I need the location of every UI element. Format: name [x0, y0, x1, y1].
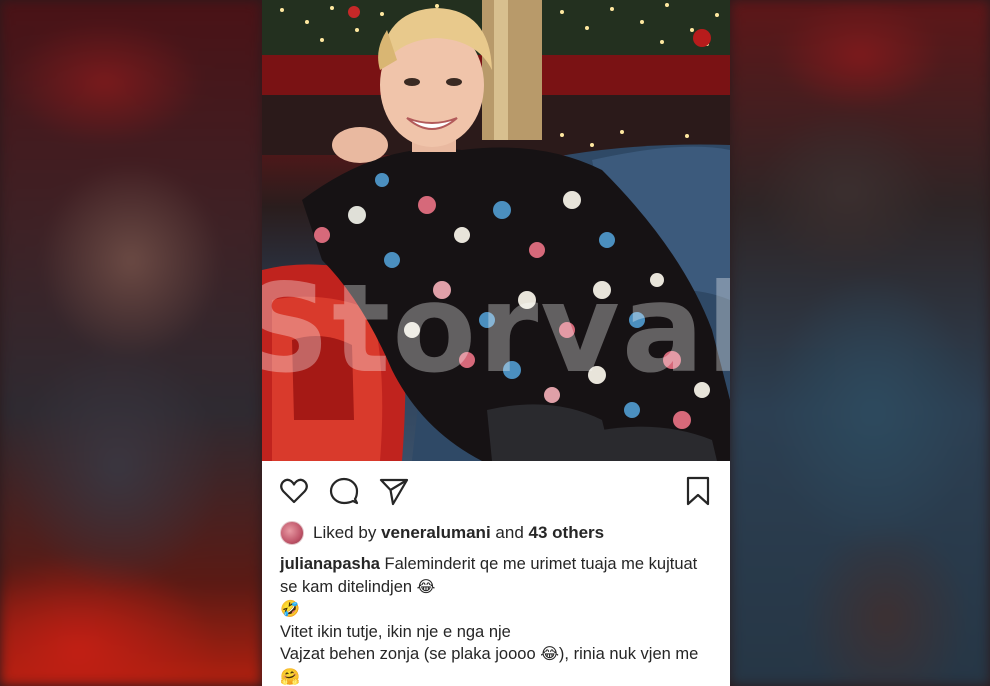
post-photo-illustration	[262, 0, 730, 461]
paper-plane-icon[interactable]	[378, 475, 410, 507]
emoji-laugh-2: 😂	[540, 644, 559, 663]
emoji-hug: 🤗	[280, 666, 300, 686]
likes-prefix: Liked by	[313, 523, 377, 542]
caption-line-3: Vitet ikin tutje, ikin nje e nga nje	[280, 622, 511, 641]
bookmark-icon[interactable]	[682, 475, 714, 507]
caption-line-4: Vajzat behen zonja (se plaka joooo 😂), r…	[280, 643, 718, 686]
emoji-rofl: 🤣	[280, 599, 300, 618]
post-action-bar	[262, 461, 730, 521]
likes-summary: Liked by veneralumani and 43 others	[280, 521, 604, 545]
likes-others-link[interactable]: 43 others	[529, 523, 605, 543]
post-photo[interactable]: Storval	[262, 0, 730, 461]
caption-text-4b: ), rinia nuk vjen me	[558, 645, 699, 663]
blurred-background-right	[730, 0, 990, 686]
heart-icon[interactable]	[278, 475, 310, 507]
avatar[interactable]	[280, 521, 304, 545]
post-caption: julianapasha Faleminderit qe me urimet t…	[280, 553, 718, 686]
comment-icon[interactable]	[328, 475, 360, 507]
caption-username[interactable]: julianapasha	[280, 555, 380, 573]
blurred-background-left	[0, 0, 262, 686]
liker-username[interactable]: veneralumani	[381, 523, 491, 543]
likes-middle: and	[495, 523, 524, 542]
caption-text-4a: Vajzat behen zonja (se plaka joooo	[280, 645, 536, 663]
caption-line-1: julianapasha Faleminderit qe me urimet t…	[280, 553, 718, 598]
caption-line-2: 🤣	[280, 598, 718, 621]
instagram-post: Storval Liked by veneralumani and 43 oth…	[262, 0, 730, 686]
emoji-laugh: 😂	[416, 576, 436, 596]
